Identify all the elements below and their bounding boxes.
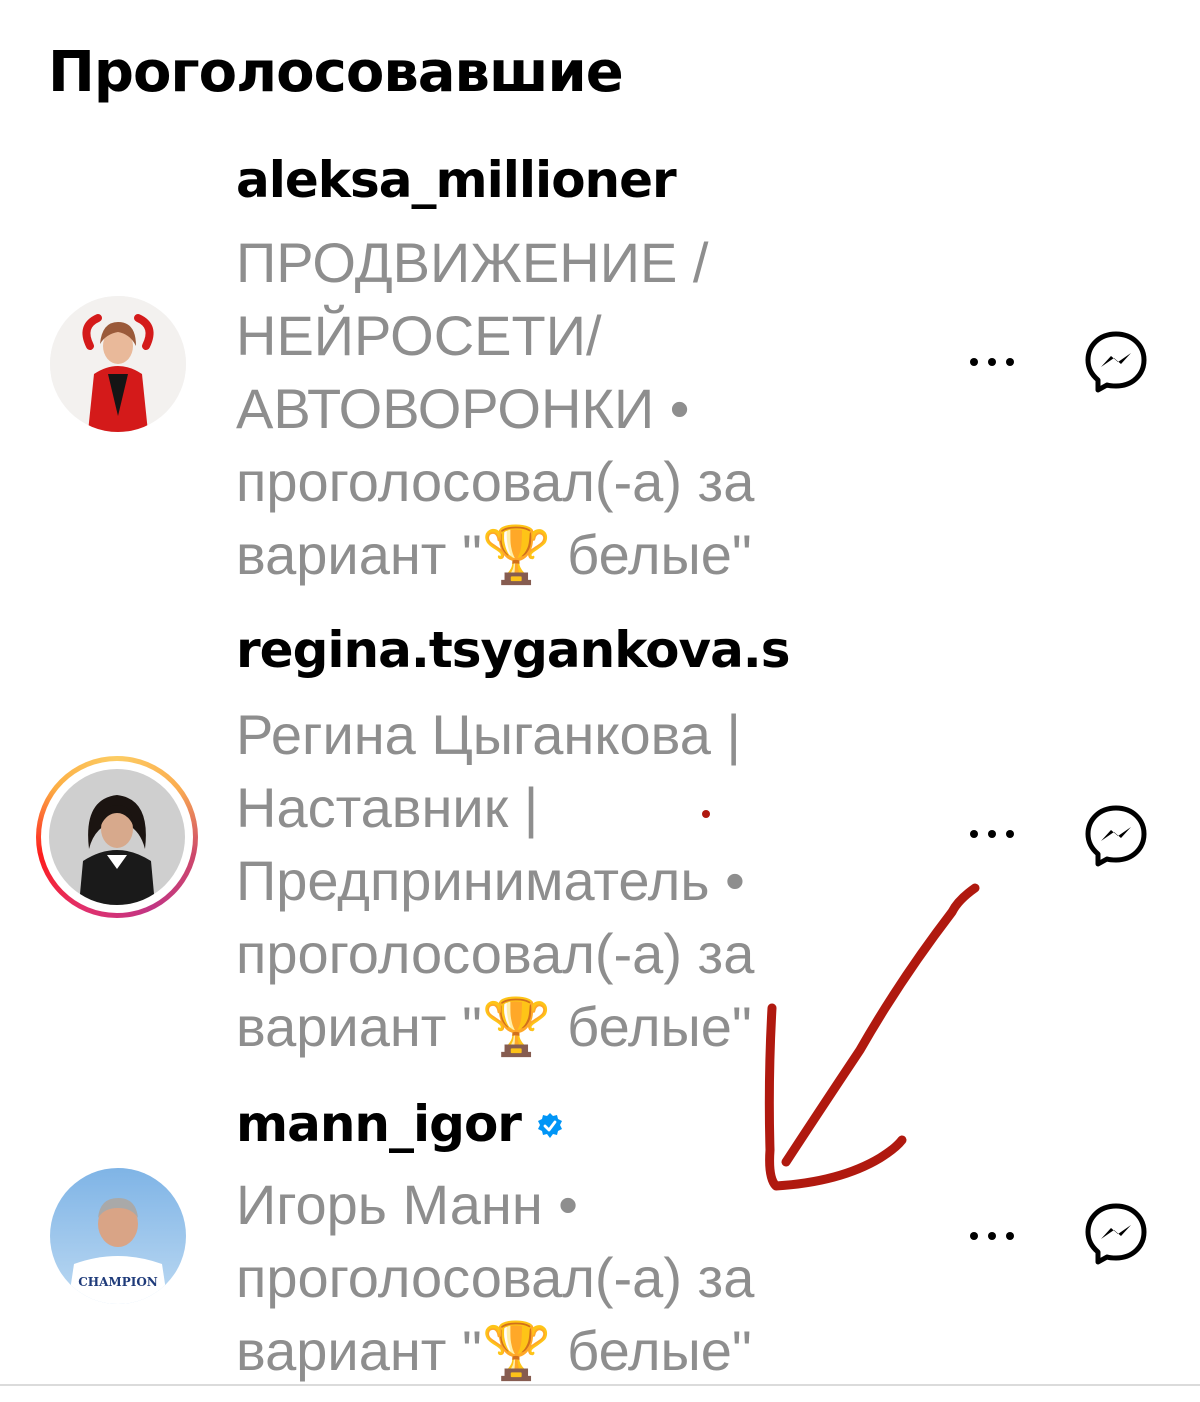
verified-badge-icon <box>535 1094 565 1154</box>
voter-username[interactable]: regina.tsygankova.s <box>236 620 791 680</box>
voter-username[interactable]: mann_igor <box>236 1094 565 1158</box>
voter-bio-line: АВТОВОРОНКИ • <box>236 377 690 440</box>
avatar-woman-red-jacket <box>50 296 186 432</box>
messenger-icon <box>1085 331 1147 393</box>
more-options-button[interactable] <box>960 814 1024 854</box>
voter-bio-line: ПРОДВИЖЕНИЕ / <box>236 231 709 294</box>
avatar-man-champion-shirt: CHAMPION <box>50 1168 186 1304</box>
bottom-divider <box>0 1384 1200 1386</box>
send-message-button[interactable] <box>1080 326 1152 398</box>
page-title: Проголосовавшие <box>48 40 624 105</box>
vote-option-text: вариант "🏆 белые" <box>236 1319 752 1382</box>
avatar-shirt-text: CHAMPION <box>78 1275 158 1289</box>
vote-text: проголосовал(-а) за <box>236 1246 755 1309</box>
voter-bio-line: Предприниматель • <box>236 849 745 912</box>
vote-text: проголосовал(-а) за <box>236 922 755 985</box>
voter-bio-line: НЕЙРОСЕТИ/ <box>236 304 602 367</box>
avatar[interactable] <box>50 296 186 432</box>
voter-bio-line: Регина Цыганкова | <box>236 703 741 766</box>
send-message-button[interactable] <box>1080 800 1152 872</box>
more-dots-icon <box>970 1232 1014 1240</box>
avatar <box>49 769 185 905</box>
voter-bio-line: Игорь Манн • <box>236 1173 578 1236</box>
messenger-icon <box>1085 805 1147 867</box>
voter-username-text: mann_igor <box>236 1095 522 1153</box>
more-options-button[interactable] <box>960 1216 1024 1256</box>
more-options-button[interactable] <box>960 342 1024 382</box>
voter-subtitle: ПРОДВИЖЕНИЕ / НЕЙРОСЕТИ/ АВТОВОРОНКИ • п… <box>236 226 876 591</box>
avatar[interactable]: CHAMPION <box>50 1168 186 1304</box>
story-ring[interactable] <box>36 756 198 918</box>
vote-option-text: вариант "🏆 белые" <box>236 523 752 586</box>
more-dots-icon <box>970 358 1014 366</box>
voter-row[interactable]: regina.tsygankova.s Регина Цыганкова | Н… <box>0 620 1200 1060</box>
voter-username[interactable]: aleksa_millioner <box>236 150 677 210</box>
voter-subtitle: Игорь Манн • проголосовал(-а) за вариант… <box>236 1168 876 1387</box>
voter-bio-line: Наставник | <box>236 776 539 839</box>
vote-option-text: вариант "🏆 белые" <box>236 995 752 1058</box>
messenger-icon <box>1085 1203 1147 1265</box>
voter-row[interactable]: aleksa_millioner ПРОДВИЖЕНИЕ / НЕЙРОСЕТИ… <box>0 150 1200 590</box>
send-message-button[interactable] <box>1080 1198 1152 1270</box>
voter-subtitle: Регина Цыганкова | Наставник | Предприни… <box>236 698 876 1063</box>
more-dots-icon <box>970 830 1014 838</box>
vote-text: проголосовал(-а) за <box>236 450 755 513</box>
avatar-woman-dark-hair <box>49 769 185 905</box>
voter-row[interactable]: mann_igor Игорь Манн • проголосовал(-а) … <box>0 1094 1200 1384</box>
